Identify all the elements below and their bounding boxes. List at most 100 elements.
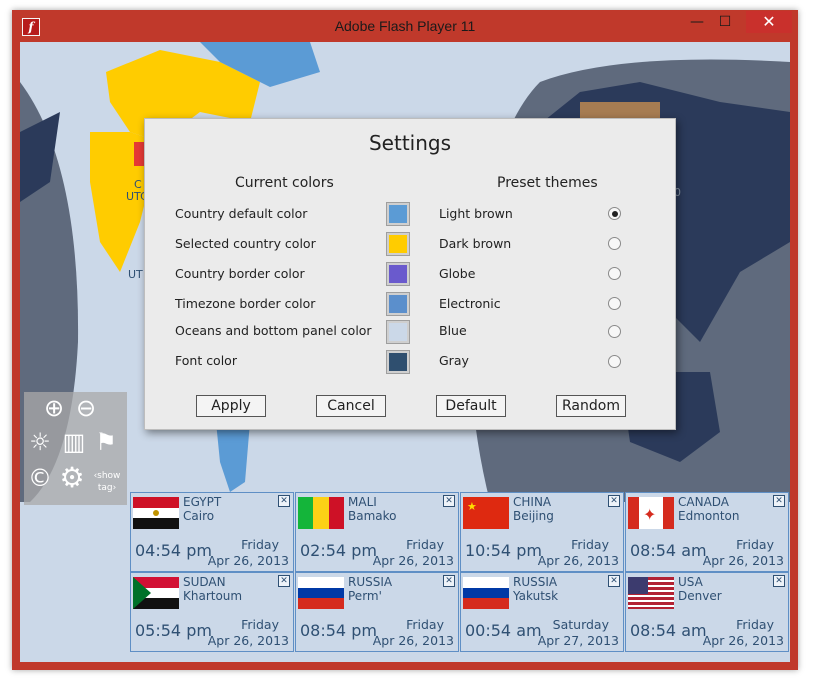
theme-radio-dark-brown[interactable] <box>608 237 621 250</box>
theme-label-dark-brown: Dark brown <box>439 236 512 251</box>
remove-clock-button[interactable]: ✕ <box>608 575 620 587</box>
swatch-oceans[interactable] <box>387 321 409 343</box>
clock-city: Beijing <box>513 509 554 523</box>
clock-time: 08:54 pm <box>300 621 377 640</box>
clock-date: Apr 26, 2013 <box>537 553 619 568</box>
clock-card[interactable]: EGYPT Cairo 04:54 pm Friday Apr 26, 2013 ✕ <box>130 492 294 572</box>
copyright-icon[interactable]: © <box>24 464 56 494</box>
theme-label-electronic: Electronic <box>439 296 501 311</box>
clock-country: EGYPT <box>183 495 222 509</box>
swatch-country-border[interactable] <box>387 263 409 285</box>
apply-button[interactable]: Apply <box>196 395 266 417</box>
flag-usa-icon <box>628 577 674 609</box>
remove-clock-button[interactable]: ✕ <box>773 575 785 587</box>
swatch-country-default[interactable] <box>387 203 409 225</box>
clock-country: MALI <box>348 495 377 509</box>
color-label-oceans: Oceans and bottom panel color <box>175 323 372 338</box>
clock-time: 08:54 am <box>630 621 707 640</box>
clock-country: USA <box>678 575 703 589</box>
cancel-button[interactable]: Cancel <box>316 395 386 417</box>
remove-clock-button[interactable]: ✕ <box>608 495 620 507</box>
flag-mali-icon <box>298 497 344 529</box>
title-bar[interactable]: f Adobe Flash Player 11 — ☐ ✕ <box>12 10 798 42</box>
clock-city: Cairo <box>183 509 215 523</box>
theme-radio-gray[interactable] <box>608 355 621 368</box>
settings-title: Settings <box>368 131 452 155</box>
zoom-out-icon[interactable]: ⊖ <box>70 394 102 424</box>
clock-time: 08:54 am <box>630 541 707 560</box>
clock-card[interactable]: USA Denver 08:54 am Friday Apr 26, 2013 ✕ <box>625 572 789 652</box>
clock-card[interactable]: ★ CHINA Beijing 10:54 pm Friday Apr 26, 2013 ✕ <box>460 492 624 572</box>
clock-city: Khartoum <box>183 589 243 603</box>
clock-card[interactable]: SUDAN Khartoum 05:54 pm Friday Apr 26, 2013 ✕ <box>130 572 294 652</box>
clock-country: SUDAN <box>183 575 226 589</box>
maximize-button[interactable]: ☐ <box>712 11 738 33</box>
clock-date: Apr 26, 2013 <box>702 633 784 648</box>
clock-country: RUSSIA <box>348 575 393 589</box>
clock-country: RUSSIA <box>513 575 558 589</box>
clock-city: Bamako <box>348 509 397 523</box>
remove-clock-button[interactable]: ✕ <box>443 495 455 507</box>
theme-radio-light-brown[interactable] <box>608 207 621 220</box>
remove-clock-button[interactable]: ✕ <box>278 495 290 507</box>
clock-date: Apr 26, 2013 <box>207 553 289 568</box>
cities-icon[interactable]: ▥ <box>58 428 90 458</box>
map-toolbox: ⊕ ⊖ ☼ ▥ ⚑ © ⚙ ‹show tag› <box>24 392 127 505</box>
remove-clock-button[interactable]: ✕ <box>278 575 290 587</box>
swatch-font[interactable] <box>387 351 409 373</box>
random-button[interactable]: Random <box>556 395 626 417</box>
clock-time: 00:54 am <box>465 621 542 640</box>
flag-russia-icon <box>463 577 509 609</box>
theme-label-globe: Globe <box>439 266 476 281</box>
clock-day: Friday <box>571 537 609 552</box>
clock-panel: EGYPT Cairo 04:54 pm Friday Apr 26, 2013 ✕ MAL… <box>20 492 790 662</box>
theme-label-blue: Blue <box>439 323 467 338</box>
remove-clock-button[interactable]: ✕ <box>773 495 785 507</box>
clock-day: Saturday <box>552 617 609 632</box>
signpost-icon[interactable]: ⚑ <box>90 428 122 458</box>
settings-dialog: Settings Current colors Preset themes Co… <box>144 118 676 430</box>
clock-time: 05:54 pm <box>135 621 212 640</box>
theme-radio-blue[interactable] <box>608 325 621 338</box>
clock-country: CANADA <box>678 495 730 509</box>
color-label-selected-country: Selected country color <box>175 236 316 251</box>
clock-card[interactable]: ✦ CANADA Edmonton 08:54 am Friday Apr 26, 201… <box>625 492 789 572</box>
clock-country: CHINA <box>513 495 552 509</box>
settings-gear-icon[interactable]: ⚙ <box>56 464 88 494</box>
clock-day: Friday <box>736 617 774 632</box>
color-label-font: Font color <box>175 353 237 368</box>
flag-sudan-icon <box>133 577 179 609</box>
clock-date: Apr 26, 2013 <box>372 553 454 568</box>
flag-china-icon: ★ <box>463 497 509 529</box>
svg-text:★: ★ <box>467 500 477 513</box>
clock-date: Apr 26, 2013 <box>702 553 784 568</box>
clock-time: 04:54 pm <box>135 541 212 560</box>
clock-day: Friday <box>241 537 279 552</box>
color-label-timezone-border: Timezone border color <box>175 296 316 311</box>
zoom-in-icon[interactable]: ⊕ <box>38 394 70 424</box>
default-button[interactable]: Default <box>436 395 506 417</box>
clock-city: Yakutsk <box>513 589 559 603</box>
swatch-timezone-border[interactable] <box>387 293 409 315</box>
flag-egypt-icon <box>133 497 179 529</box>
theme-radio-electronic[interactable] <box>608 297 621 310</box>
close-window-button[interactable]: ✕ <box>746 11 792 33</box>
clock-card[interactable]: RUSSIA Yakutsk 00:54 am Saturday Apr 27, 201… <box>460 572 624 652</box>
clock-date: Apr 27, 2013 <box>537 633 619 648</box>
remove-clock-button[interactable]: ✕ <box>443 575 455 587</box>
clock-city: Perm' <box>348 589 382 603</box>
clock-city: Edmonton <box>678 509 740 523</box>
clock-day: Friday <box>736 537 774 552</box>
clock-date: Apr 26, 2013 <box>207 633 289 648</box>
clock-card[interactable]: RUSSIA Perm' 08:54 pm Friday Apr 26, 2013 ✕ <box>295 572 459 652</box>
color-label-country-default: Country default color <box>175 206 308 221</box>
clock-card[interactable]: MALI Bamako 02:54 pm Friday Apr 26, 2013 ✕ <box>295 492 459 572</box>
minimize-button[interactable]: — <box>684 11 710 33</box>
theme-radio-globe[interactable] <box>608 267 621 280</box>
clock-day: Friday <box>241 617 279 632</box>
world-clock-app: C UTC UT 0 ⊕ ⊖ ☼ ▥ ⚑ © ⚙ ‹show tag› Sett… <box>20 42 790 662</box>
clock-day: Friday <box>406 537 444 552</box>
swatch-selected-country[interactable] <box>387 233 409 255</box>
window-title: Adobe Flash Player 11 <box>334 18 476 34</box>
daylight-icon[interactable]: ☼ <box>24 428 56 458</box>
